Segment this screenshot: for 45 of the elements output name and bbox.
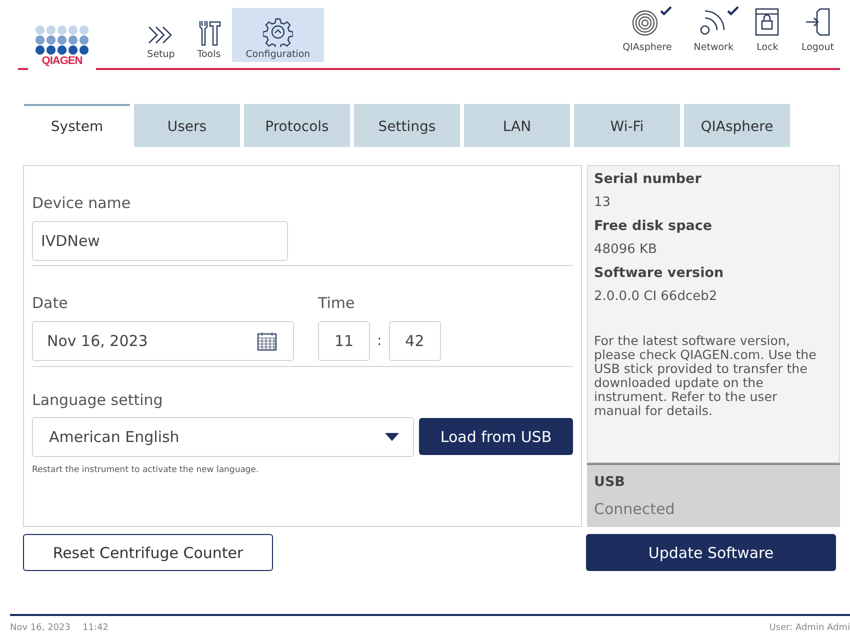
status-button[interactable]: Network [688, 6, 740, 55]
usb-status: Connected [594, 500, 676, 518]
status-button[interactable]: QIAsphere [616, 6, 678, 55]
load-from-usb-button[interactable]: Load from USB [419, 418, 573, 455]
status-button[interactable]: Logout [795, 6, 840, 55]
time-separator: : [377, 333, 382, 349]
update-note: For the latest software version, please check QIAGEN.com. Use the USB stick provided to transfer the downloaded update on the instrument. Refer to the user manual for details. [594, 334, 818, 418]
info-value: 2.0.0.0 CI 66dceb2 [594, 289, 718, 304]
info-value: 13 [594, 195, 612, 210]
nav-button[interactable]: Tools [186, 8, 232, 62]
language-dropdown[interactable]: American English [32, 417, 414, 457]
field-label: Time [318, 294, 356, 312]
info-label: Serial number [594, 171, 702, 187]
tab[interactable]: Wi-Fi [574, 104, 680, 147]
minutes-field[interactable]: 42 [388, 321, 441, 361]
device-name-field[interactable]: IVDNew [32, 221, 288, 261]
calendar-icon [257, 331, 277, 351]
status-user: User: Admin Admi [769, 623, 850, 633]
date-field[interactable]: Nov 16, 2023 [32, 321, 294, 361]
hint-text: Restart the instrument to activate the new language. [32, 465, 260, 475]
tab[interactable]: Protocols [244, 104, 350, 147]
nav-button[interactable]: Configuration [232, 8, 324, 62]
status-time: 11:42 [82, 623, 108, 633]
info-label: Software version [594, 265, 725, 281]
tab[interactable]: Settings [354, 104, 460, 147]
tab[interactable]: Users [134, 104, 240, 147]
lock-icon [755, 8, 780, 36]
tab[interactable]: QIAsphere [684, 104, 790, 147]
status-button[interactable]: Lock [749, 6, 786, 55]
status-date: Nov 16, 2023 [10, 623, 71, 633]
info-label: Free disk space [594, 218, 713, 234]
logout-icon [804, 8, 831, 36]
field-label: Device name [32, 194, 132, 212]
hours-field[interactable]: 11 [318, 321, 370, 361]
field-label: Language setting [32, 391, 164, 409]
tab[interactable]: LAN [464, 104, 570, 147]
dropdown-caret-icon [385, 433, 399, 441]
update-software-button[interactable]: Update Software [586, 534, 836, 571]
field-label: Date [32, 294, 69, 312]
info-value: 48096 KB [594, 242, 658, 257]
reset-centrifuge-button[interactable]: Reset Centrifuge Counter [23, 534, 273, 571]
qiagen-logo: QIAGEN [28, 25, 96, 70]
gear-icon [263, 17, 293, 47]
usb-label: USB [594, 474, 626, 490]
nav-button[interactable]: Setup [136, 8, 186, 62]
